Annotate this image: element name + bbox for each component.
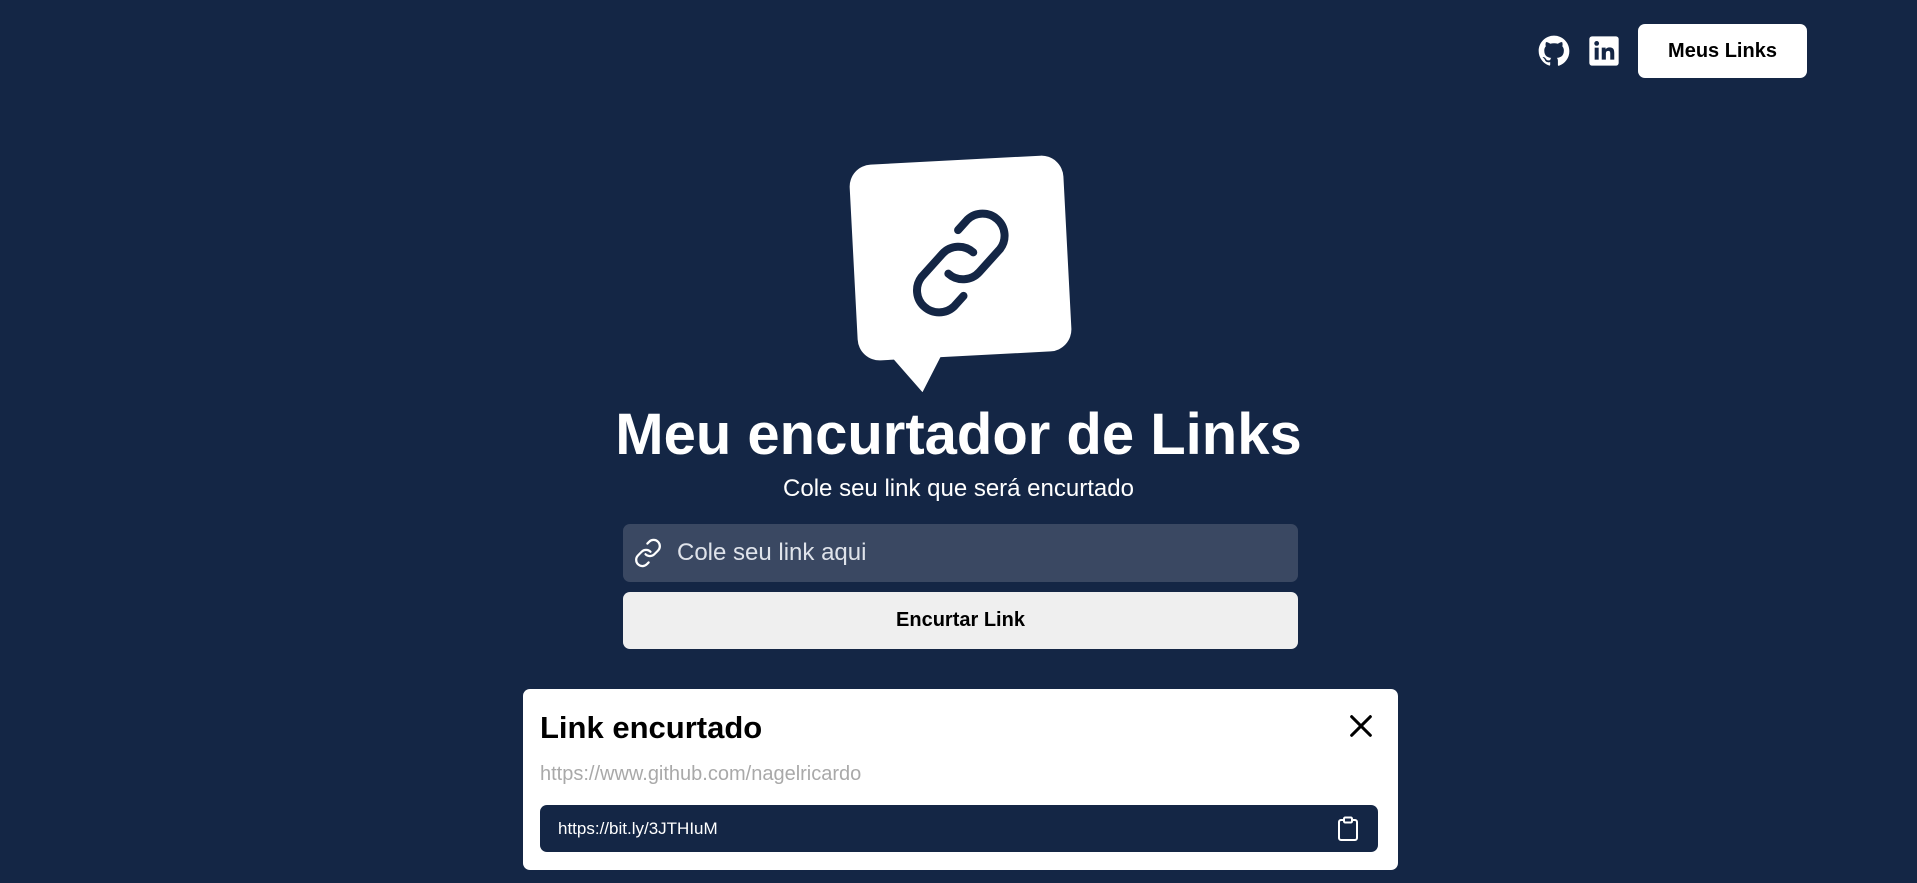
original-url: https://www.github.com/nagelricardo (540, 763, 862, 785)
result-modal: Link encurtado https://www.github.com/na… (523, 689, 1398, 870)
clipboard-icon[interactable] (1336, 816, 1360, 842)
close-icon[interactable] (1344, 709, 1378, 743)
linkedin-icon[interactable] (1588, 35, 1620, 67)
shorten-link-button[interactable]: Encurtar Link (623, 592, 1298, 649)
page-subtitle: Cole seu link que será encurtado (783, 475, 1134, 502)
link-icon (633, 538, 663, 568)
short-url-bar: https://bit.ly/3JTHIuM (540, 805, 1378, 852)
github-icon-graphic (1538, 35, 1570, 66)
header-actions: Meus Links (1538, 24, 1807, 78)
result-title: Link encurtado (540, 710, 763, 745)
page-title: Meu encurtador de Links (615, 402, 1302, 467)
link-input[interactable] (677, 524, 1298, 582)
link-input-container (623, 524, 1298, 582)
logo (846, 152, 1076, 393)
github-icon[interactable] (1538, 35, 1570, 67)
short-url[interactable]: https://bit.ly/3JTHIuM (558, 819, 718, 839)
close-icon-graphic (1350, 715, 1372, 737)
link-chat-bubble-icon (849, 155, 1072, 393)
my-links-button[interactable]: Meus Links (1638, 24, 1807, 78)
clipboard-icon-graphic (1338, 816, 1358, 841)
link-icon-graphic (635, 538, 661, 568)
linkedin-icon-graphic (1589, 36, 1619, 66)
page: Meus Links Meu encurtador de Links Cole … (0, 0, 1917, 883)
